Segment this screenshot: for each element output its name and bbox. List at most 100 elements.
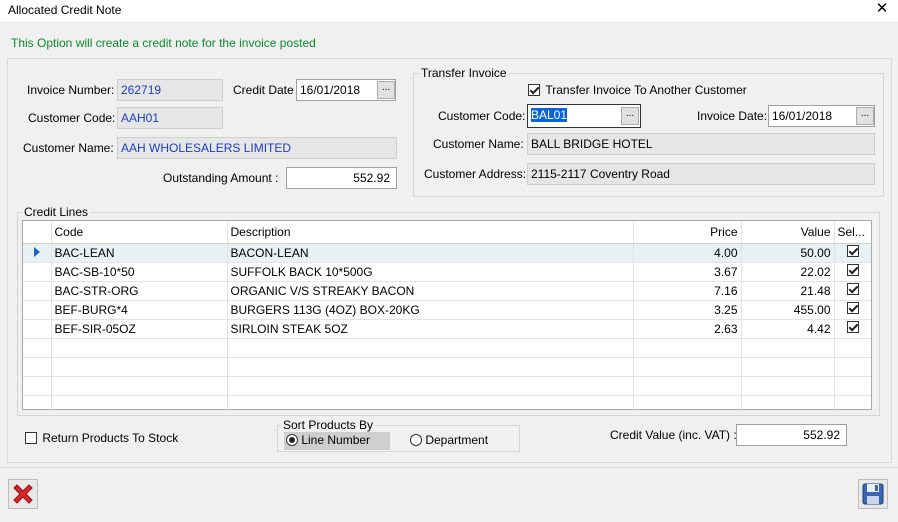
table-row[interactable]: BEF-SIR-05OZ SIRLOIN STEAK 5OZ 2.63 4.42	[23, 319, 871, 339]
cell-value[interactable]: 22.02	[741, 262, 835, 282]
empty-row[interactable]	[23, 338, 871, 358]
transfer-customer-code-value: BAL01	[531, 108, 568, 122]
credit-lines-grid[interactable]: Code Description Price Value Sel... BAC-…	[22, 220, 872, 410]
cancel-button[interactable]	[8, 479, 38, 509]
transfer-customer-address-field: 2115-2117 Coventry Road	[527, 163, 875, 185]
empty-row[interactable]	[23, 376, 871, 396]
transfer-invoice-title: Transfer Invoice	[419, 66, 509, 80]
outstanding-amount-label: Outstanding Amount :	[163, 171, 279, 185]
return-stock-label: Return Products To Stock	[42, 431, 179, 445]
credit-date-picker-button[interactable]: ...	[377, 81, 395, 99]
cell-code[interactable]: BEF-BURG*4	[51, 300, 228, 320]
cell-select[interactable]	[834, 300, 871, 320]
transfer-invoice-date-value: 16/01/2018	[772, 109, 833, 123]
customer-code-label: Customer Code:	[28, 111, 116, 125]
cell-select[interactable]	[834, 243, 871, 263]
cell-value[interactable]: 455.00	[741, 300, 835, 320]
column-header-price[interactable]: Price	[633, 221, 742, 244]
cell-description[interactable]: BACON-LEAN	[227, 243, 634, 263]
column-header-value[interactable]: Value	[741, 221, 835, 244]
outstanding-amount-field[interactable]: 552.92	[286, 167, 397, 189]
cell-description[interactable]: ORGANIC V/S STREAKY BACON	[227, 281, 634, 301]
transfer-invoice-date-label: Invoice Date:	[697, 109, 768, 123]
transfer-customer-lookup-button[interactable]: ...	[621, 107, 639, 125]
cell-value[interactable]: 21.48	[741, 281, 835, 301]
table-row[interactable]: BEF-BURG*4 BURGERS 113G (4OZ) BOX-20KG 3…	[23, 300, 871, 320]
cell-select[interactable]	[834, 262, 871, 282]
select-checkbox[interactable]	[846, 245, 859, 257]
cell-code[interactable]: BEF-SIR-05OZ	[51, 319, 228, 339]
table-row[interactable]: BAC-STR-ORG ORGANIC V/S STREAKY BACON 7.…	[23, 281, 871, 301]
sort-department-radio[interactable]	[410, 434, 422, 446]
cell-description[interactable]: SIRLOIN STEAK 5OZ	[227, 319, 634, 339]
credit-date-label: Credit Date	[233, 83, 294, 97]
table-header-row: Code Description Price Value Sel...	[23, 221, 871, 244]
credit-value-label: Credit Value (inc. VAT) :	[610, 428, 737, 442]
cell-price[interactable]: 4.00	[633, 243, 742, 263]
credit-lines-table: Code Description Price Value Sel... BAC-…	[23, 221, 871, 409]
credit-value-field[interactable]: 552.92	[736, 424, 847, 446]
transfer-checkbox-row[interactable]: Transfer Invoice To Another Customer	[528, 83, 747, 97]
cell-select[interactable]	[834, 281, 871, 301]
empty-row[interactable]	[23, 357, 871, 377]
invoice-number-field: 262719	[117, 79, 223, 101]
info-text: This Option will create a credit note fo…	[11, 36, 316, 50]
cell-code[interactable]: BAC-STR-ORG	[51, 281, 228, 301]
transfer-customer-name-field: BALL BRIDGE HOTEL	[527, 133, 875, 155]
row-indicator-header	[23, 221, 52, 244]
cell-value[interactable]: 50.00	[741, 243, 835, 263]
return-stock-checkbox[interactable]	[25, 432, 37, 444]
credit-lines-title: Credit Lines	[22, 205, 91, 219]
cell-price[interactable]: 2.63	[633, 319, 742, 339]
row-indicator	[23, 281, 52, 301]
select-checkbox[interactable]	[846, 321, 859, 333]
sort-products-title: Sort Products By	[281, 418, 376, 432]
window-title: Allocated Credit Note	[8, 3, 122, 17]
sort-line-number-radio[interactable]	[286, 434, 298, 446]
return-stock-row[interactable]: Return Products To Stock	[25, 431, 178, 445]
sort-department-label: Department	[425, 433, 489, 447]
select-checkbox[interactable]	[846, 283, 859, 295]
footer-separator	[0, 467, 898, 468]
sort-line-number-label: Line Number	[301, 433, 371, 447]
select-checkbox[interactable]	[846, 302, 859, 314]
invoice-number-label: Invoice Number:	[27, 83, 115, 97]
save-button[interactable]	[858, 479, 888, 509]
title-bar	[0, 0, 898, 23]
customer-code-field: AAH01	[117, 107, 223, 129]
cell-price[interactable]: 3.67	[633, 262, 742, 282]
sort-line-number-option[interactable]: Line Number	[284, 432, 390, 450]
cell-description[interactable]: BURGERS 113G (4OZ) BOX-20KG	[227, 300, 634, 320]
cancel-x-icon	[13, 484, 33, 504]
current-row-arrow-icon	[23, 243, 52, 263]
transfer-checkbox[interactable]	[528, 84, 540, 96]
transfer-customer-code-label: Customer Code:	[438, 109, 526, 123]
transfer-checkbox-label: Transfer Invoice To Another Customer	[545, 83, 747, 97]
customer-name-field: AAH WHOLESALERS LIMITED	[117, 137, 397, 159]
cell-code[interactable]: BAC-LEAN	[51, 243, 228, 263]
table-row[interactable]: BAC-SB-10*50 SUFFOLK BACK 10*500G 3.67 2…	[23, 262, 871, 282]
cell-price[interactable]: 7.16	[633, 281, 742, 301]
transfer-customer-name-label: Customer Name:	[433, 137, 524, 151]
row-indicator	[23, 262, 52, 282]
column-header-description[interactable]: Description	[227, 221, 634, 244]
transfer-customer-address-label: Customer Address:	[424, 167, 527, 181]
customer-name-label: Customer Name:	[23, 141, 114, 155]
sort-department-option[interactable]: Department	[410, 433, 488, 447]
cell-price[interactable]: 3.25	[633, 300, 742, 320]
empty-row[interactable]	[23, 395, 871, 409]
cell-code[interactable]: BAC-SB-10*50	[51, 262, 228, 282]
column-header-select[interactable]: Sel...	[834, 221, 871, 244]
close-icon[interactable]: ✕	[872, 0, 892, 20]
cell-description[interactable]: SUFFOLK BACK 10*500G	[227, 262, 634, 282]
select-checkbox[interactable]	[846, 264, 859, 276]
cell-select[interactable]	[834, 319, 871, 339]
cell-value[interactable]: 4.42	[741, 319, 835, 339]
table-row[interactable]: BAC-LEAN BACON-LEAN 4.00 50.00	[23, 243, 871, 263]
row-indicator	[23, 319, 52, 339]
row-indicator	[23, 300, 52, 320]
credit-date-value: 16/01/2018	[300, 83, 361, 97]
transfer-invoice-date-picker-button[interactable]: ...	[856, 107, 874, 125]
column-header-code[interactable]: Code	[51, 221, 228, 244]
save-disk-icon	[862, 483, 884, 505]
